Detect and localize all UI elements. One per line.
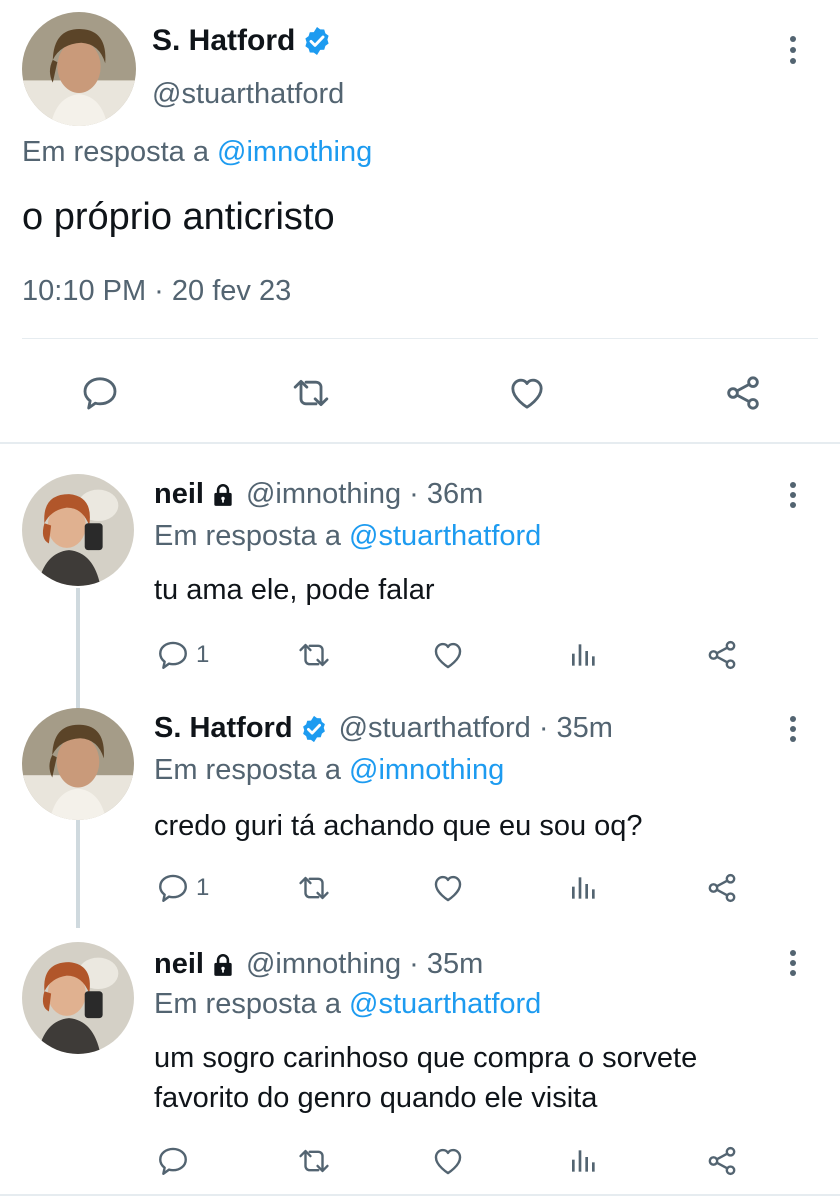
retweet-button[interactable] — [290, 373, 332, 413]
author-name[interactable]: S. Hatford — [152, 24, 295, 58]
reply-context: Em resposta a @imnothing — [154, 754, 504, 787]
more-options-icon[interactable] — [778, 946, 808, 986]
retweet-icon — [296, 638, 332, 672]
reply-icon — [80, 373, 120, 413]
retweet-icon — [296, 871, 332, 905]
like-button[interactable] — [506, 373, 548, 413]
author-row: S. Hatford @stuarthatford · 35m — [154, 712, 613, 745]
author-handle[interactable]: @imnothing — [246, 948, 401, 981]
tweet-text-line: um sogro carinhoso que compra o sorvete — [154, 1042, 698, 1074]
share-button[interactable] — [704, 1144, 740, 1178]
retweet-icon — [296, 1144, 332, 1178]
verified-badge-icon — [301, 25, 333, 57]
bottom-divider — [0, 1194, 840, 1196]
reply-context: Em resposta a @imnothing — [22, 136, 372, 169]
share-icon — [722, 373, 764, 413]
tweet-time[interactable]: · 36m — [409, 478, 483, 511]
retweet-button[interactable] — [296, 1144, 332, 1178]
reply-icon — [156, 638, 190, 672]
retweet-button[interactable] — [296, 871, 332, 905]
divider — [22, 338, 818, 339]
analytics-icon — [568, 871, 600, 905]
tweet-text-line: tu ama ele, pode falar — [154, 574, 435, 606]
share-icon — [704, 871, 740, 905]
tweet-text-line: favorito do genro quando ele visita — [154, 1082, 598, 1114]
tweet-time[interactable]: · 35m — [539, 712, 613, 745]
share-button[interactable] — [722, 373, 764, 413]
author-name[interactable]: neil — [154, 948, 204, 981]
reply-icon — [156, 871, 190, 905]
author-handle[interactable]: @imnothing — [246, 478, 401, 511]
reply-button[interactable]: 1 — [156, 871, 209, 905]
more-options-icon[interactable] — [778, 478, 808, 518]
like-button[interactable] — [430, 871, 466, 905]
tweet-text-line: credo guri tá achando que eu sou oq? — [154, 810, 643, 842]
reply-button[interactable]: 1 — [156, 638, 209, 672]
retweet-button[interactable] — [296, 638, 332, 672]
reply-to-link[interactable]: @imnothing — [349, 754, 504, 786]
share-button[interactable] — [704, 871, 740, 905]
reply-to-link[interactable]: @imnothing — [217, 136, 372, 168]
more-options-icon[interactable] — [778, 30, 808, 70]
retweet-icon — [290, 373, 332, 413]
author-handle[interactable]: @stuarthatford — [152, 78, 344, 111]
reply-icon — [156, 1144, 190, 1178]
analytics-button[interactable] — [568, 1144, 600, 1178]
share-button[interactable] — [704, 638, 740, 672]
share-icon — [704, 638, 740, 672]
author-name[interactable]: S. Hatford — [154, 712, 293, 745]
analytics-button[interactable] — [568, 871, 600, 905]
more-options-icon[interactable] — [778, 712, 808, 752]
reply-context-label: Em resposta a — [154, 520, 341, 552]
avatar[interactable] — [22, 942, 134, 1054]
reply-context-label: Em resposta a — [154, 754, 341, 786]
author-name[interactable]: neil — [154, 478, 204, 511]
like-icon — [430, 871, 466, 905]
like-button[interactable] — [430, 1144, 466, 1178]
share-icon — [704, 1144, 740, 1178]
author-row: neil @imnothing · 36m — [154, 478, 483, 511]
avatar[interactable] — [22, 12, 136, 126]
author-name-row: S. Hatford — [152, 24, 333, 58]
section-divider — [0, 442, 840, 444]
like-button[interactable] — [430, 638, 466, 672]
reply-to-link[interactable]: @stuarthatford — [349, 988, 541, 1020]
reply-count: 1 — [196, 874, 210, 901]
analytics-button[interactable] — [568, 638, 600, 672]
reply-count: 1 — [196, 641, 210, 668]
tweet-timestamp[interactable]: 10:10 PM · 20 fev 23 — [22, 275, 291, 308]
like-icon — [430, 1144, 466, 1178]
reply-context: Em resposta a @stuarthatford — [154, 988, 541, 1021]
reply-button[interactable] — [156, 1144, 190, 1178]
tweet-text: credo guri tá achando que eu sou oq? — [154, 806, 643, 846]
author-row: neil @imnothing · 35m — [154, 948, 483, 981]
reply-context-label: Em resposta a — [154, 988, 341, 1020]
author-handle[interactable]: @stuarthatford — [339, 712, 531, 745]
reply-button[interactable] — [80, 373, 120, 413]
tweet-text: um sogro carinhoso que compra o sorvete … — [154, 1038, 697, 1118]
tweet-text: tu ama ele, pode falar — [154, 570, 435, 610]
like-icon — [506, 373, 548, 413]
analytics-icon — [568, 638, 600, 672]
lock-icon — [210, 951, 236, 979]
reply-context: Em resposta a @stuarthatford — [154, 520, 541, 553]
tweet-text: o próprio anticristo — [22, 196, 335, 238]
reply-context-label: Em resposta a — [22, 136, 209, 168]
verified-badge-icon — [299, 714, 329, 744]
avatar[interactable] — [22, 474, 134, 586]
like-icon — [430, 638, 466, 672]
tweet-time[interactable]: · 35m — [409, 948, 483, 981]
lock-icon — [210, 481, 236, 509]
reply-to-link[interactable]: @stuarthatford — [349, 520, 541, 552]
avatar[interactable] — [22, 708, 134, 820]
analytics-icon — [568, 1144, 600, 1178]
